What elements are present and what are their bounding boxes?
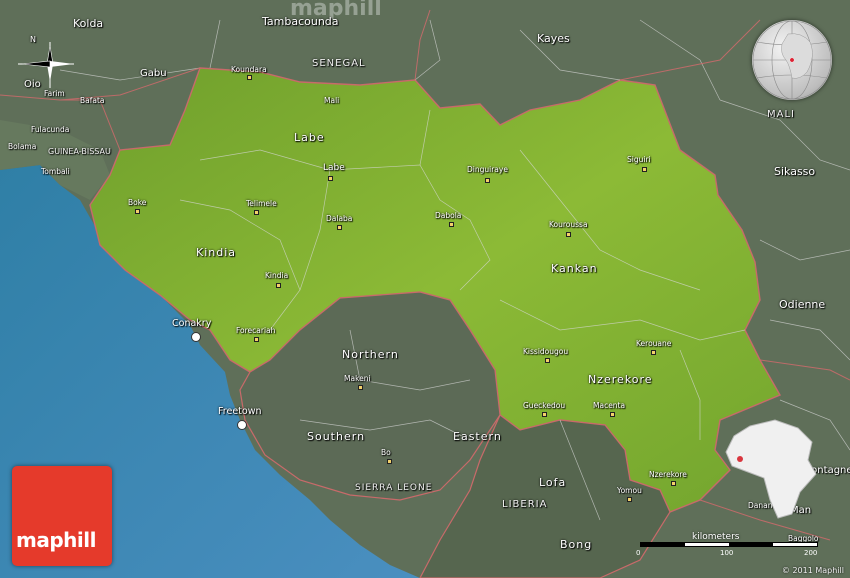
city-label: Mali	[324, 96, 340, 105]
capital-label: Conakry	[172, 318, 212, 329]
city-label: Tambacounda	[262, 15, 339, 28]
city-label: Odienne	[779, 298, 826, 311]
country-label: GUINEA-BISSAU	[48, 147, 111, 156]
city-label: Boke	[128, 198, 147, 207]
city-label: Labe	[323, 163, 345, 173]
region-label: Labe	[294, 131, 325, 144]
city-dot	[254, 337, 259, 342]
region-label: Bong	[560, 538, 593, 551]
city-label: Farim	[44, 89, 65, 98]
scale-bar-graphic	[640, 542, 818, 547]
city-dot	[387, 459, 392, 464]
city-label: Bafata	[80, 96, 105, 105]
locator-globe	[752, 20, 832, 100]
city-label: Telimele	[246, 199, 277, 208]
city-dot	[337, 225, 342, 230]
city-label: Macenta	[593, 401, 626, 410]
city-label: Dabola	[435, 211, 462, 220]
globe-icon	[752, 20, 832, 100]
region-label: Eastern	[453, 430, 502, 443]
city-label: Kindia	[265, 271, 289, 280]
country-label: LIBERIA	[502, 499, 548, 510]
city-label: Gueckedou	[523, 401, 566, 410]
city-label: Tombali	[41, 167, 70, 176]
satellite-map[interactable]: maphill N Labe Kindia Kankan Northern So…	[0, 0, 850, 578]
city-label: Sikasso	[774, 165, 816, 178]
city-label: Nzerekore	[649, 470, 687, 479]
capital-marker	[237, 420, 247, 430]
scale-tick: 100	[720, 549, 734, 557]
country-label: SIERRA LEONE	[355, 483, 433, 493]
city-dot	[328, 176, 333, 181]
city-label: Gabu	[140, 68, 167, 79]
city-label: Bolama	[8, 142, 37, 151]
country-label: MALI	[767, 109, 795, 120]
city-dot	[542, 412, 547, 417]
region-label: Kankan	[551, 262, 598, 275]
city-dot	[627, 497, 632, 502]
country-label: SENEGAL	[312, 58, 366, 69]
city-dot	[449, 222, 454, 227]
region-label: Northern	[342, 348, 399, 361]
maphill-logo[interactable]: maphill	[12, 466, 112, 566]
city-dot	[247, 75, 252, 80]
city-label: Bo	[381, 448, 391, 457]
city-label: Makeni	[344, 374, 371, 383]
city-label: Kerouane	[636, 339, 672, 348]
city-label: Kolda	[73, 17, 104, 30]
city-label: Fulacunda	[31, 125, 70, 134]
city-label: Dinguiraye	[467, 165, 508, 174]
city-label: Forecariah	[236, 326, 276, 335]
africa-locator-icon	[725, 419, 817, 519]
capital-marker	[191, 332, 201, 342]
copyright-text: © 2011 Maphill	[781, 566, 844, 575]
region-label: Lofa	[539, 476, 567, 489]
city-dot	[485, 178, 490, 183]
city-label: Dalaba	[326, 214, 353, 223]
city-dot	[545, 358, 550, 363]
scale-tick: 0	[636, 549, 641, 557]
scale-tick: 200	[804, 549, 818, 557]
region-label: Nzerekore	[588, 373, 653, 386]
city-dot	[358, 385, 363, 390]
scale-bar: kilometers 0 100 200	[632, 532, 822, 562]
region-label: Southern	[307, 430, 366, 443]
city-label: Koundara	[231, 65, 267, 74]
compass-north-label: N	[30, 35, 36, 44]
city-dot	[651, 350, 656, 355]
city-dot	[642, 167, 647, 172]
scale-label: kilometers	[692, 532, 740, 542]
city-label: Kouroussa	[549, 220, 588, 229]
city-dot	[610, 412, 615, 417]
city-dot	[566, 232, 571, 237]
city-dot	[135, 209, 140, 214]
city-label: Oio	[24, 79, 41, 90]
region-label: Kindia	[196, 246, 237, 259]
city-dot	[276, 283, 281, 288]
city-label: Yomou	[617, 486, 642, 495]
city-label: Kayes	[537, 32, 570, 45]
capital-label: Freetown	[218, 406, 262, 417]
city-dot	[254, 210, 259, 215]
logo-text: maphill	[16, 528, 96, 552]
city-dot	[671, 481, 676, 486]
city-label: Siguiri	[627, 155, 651, 164]
city-label: Kissidougou	[523, 347, 569, 356]
